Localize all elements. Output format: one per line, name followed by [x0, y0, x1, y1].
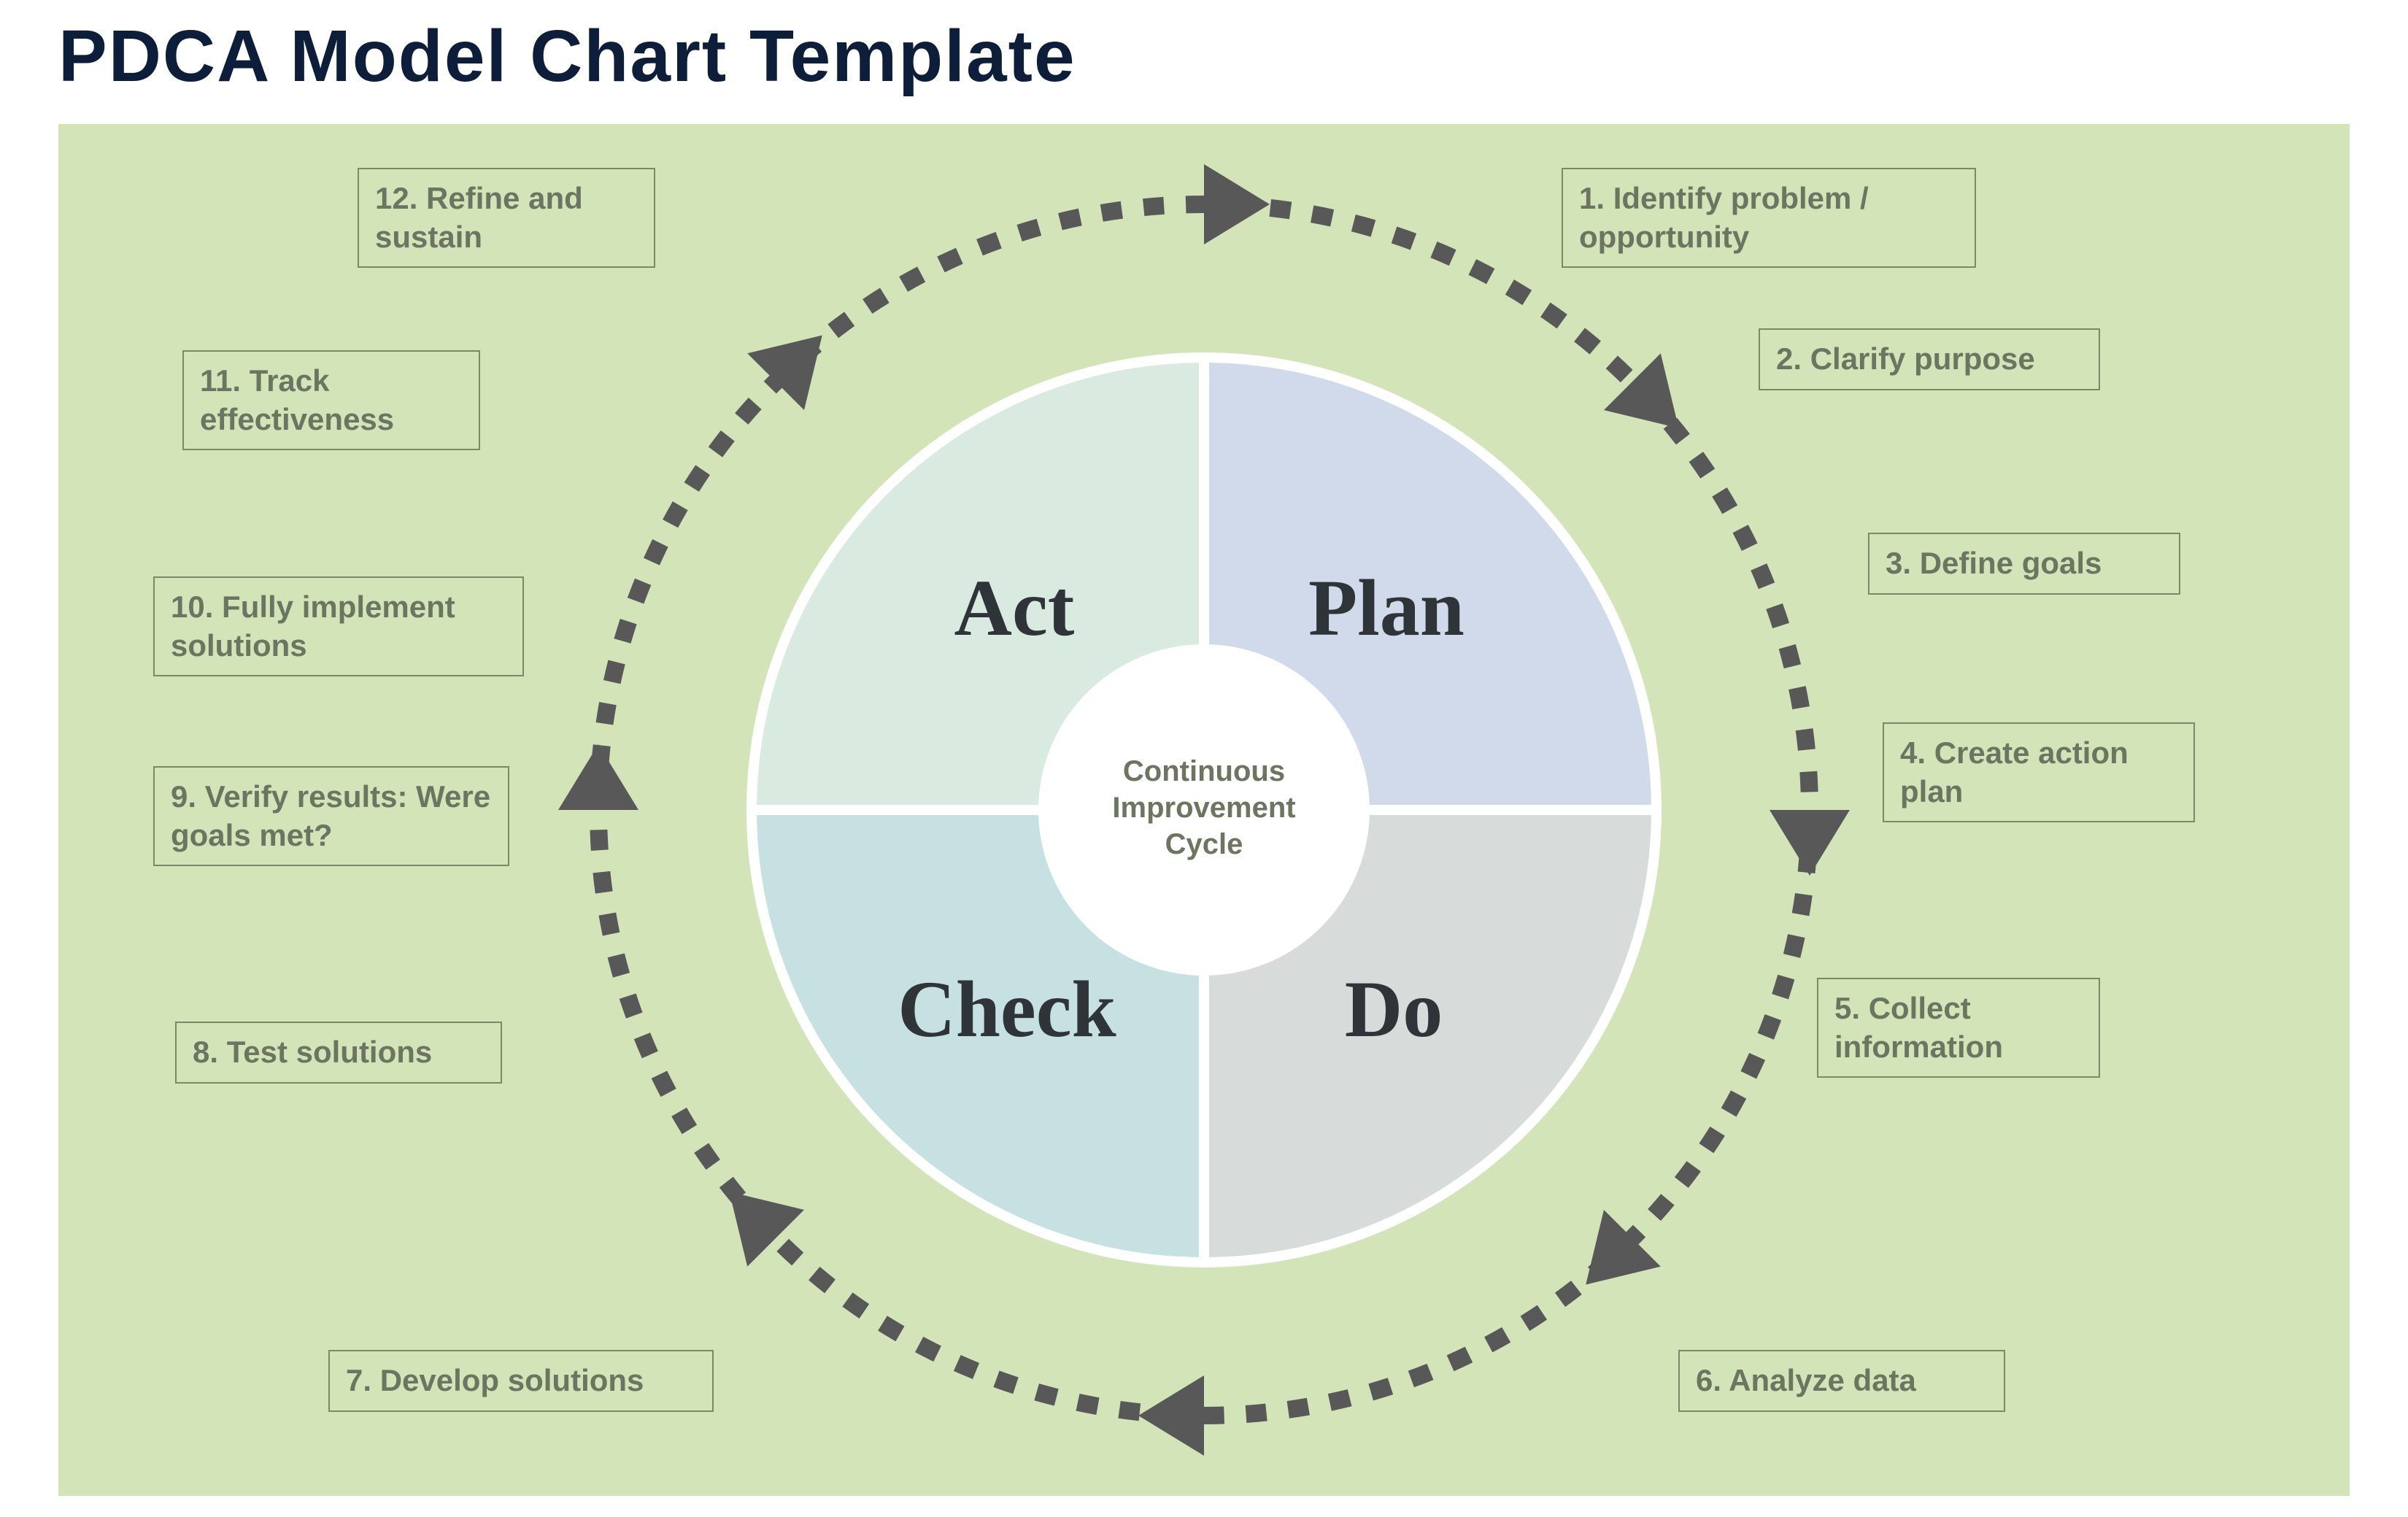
step-12: 12. Refine and sustain — [358, 168, 655, 268]
step-7: 7. Develop solutions — [328, 1350, 714, 1412]
center-line2: Improvement — [1112, 792, 1295, 824]
step-3: 3. Define goals — [1868, 533, 2180, 595]
page-title: PDCA Model Chart Template — [58, 15, 1076, 99]
center-line1: Continuous — [1123, 755, 1285, 787]
arrow-icon — [1138, 1375, 1204, 1456]
step-2: 2. Clarify purpose — [1759, 328, 2100, 390]
step-4: 4. Create action plan — [1883, 722, 2195, 822]
step-11: 11. Track effectiveness — [182, 350, 480, 450]
do-label: Do — [1345, 965, 1443, 1054]
step-5: 5. Collect information — [1817, 978, 2100, 1078]
diagram-canvas: Plan Do Check Act Continuous Improvement… — [58, 124, 2350, 1496]
plan-label: Plan — [1308, 563, 1465, 652]
act-label: Act — [954, 563, 1075, 652]
arrow-icon — [1204, 164, 1270, 244]
center-line3: Cycle — [1165, 828, 1243, 860]
step-6: 6. Analyze data — [1678, 1350, 2005, 1412]
arrow-icon — [1770, 810, 1850, 876]
check-label: Check — [898, 965, 1116, 1054]
page: PDCA Model Chart Template Plan Do Che — [0, 0, 2408, 1517]
step-10: 10. Fully implement solutions — [153, 576, 524, 676]
step-1: 1. Identify problem / opportunity — [1562, 168, 1976, 268]
arrow-icon — [558, 744, 638, 810]
step-8: 8. Test solutions — [175, 1022, 502, 1084]
step-9: 9. Verify results: Were goals met? — [153, 766, 509, 866]
